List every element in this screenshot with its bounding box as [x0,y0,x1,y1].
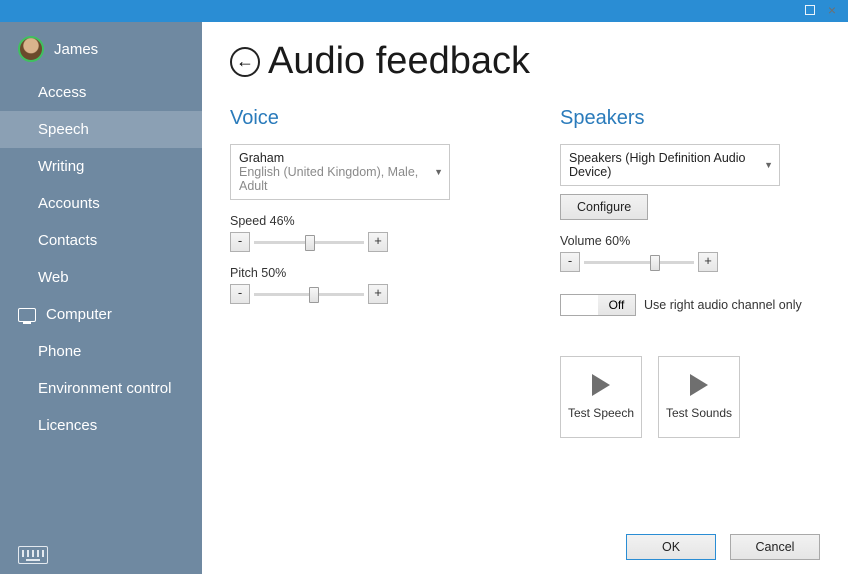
right-channel-label: Use right audio channel only [644,298,802,312]
sidebar-item-phone[interactable]: Phone [0,333,202,370]
slider-thumb[interactable] [305,235,315,251]
sidebar-item-environment[interactable]: Environment control [0,370,202,407]
sidebar-item-licences[interactable]: Licences [0,407,202,444]
slider-track [584,261,694,264]
speakers-heading: Speakers [560,107,820,130]
back-button[interactable]: ← [230,47,260,77]
test-sounds-label: Test Sounds [666,406,732,420]
monitor-icon [18,308,36,322]
voice-dropdown[interactable]: Graham English (United Kingdom), Male, A… [230,144,450,200]
sidebar-item-access[interactable]: Access [0,74,202,111]
keyboard-icon[interactable] [18,546,48,564]
volume-decrease-button[interactable]: - [560,252,580,272]
play-icon [690,374,708,396]
test-sounds-button[interactable]: Test Sounds [658,356,740,438]
slider-thumb[interactable] [650,255,660,271]
sidebar-item-accounts[interactable]: Accounts [0,185,202,222]
speed-label: Speed 46% [230,214,490,228]
chevron-down-icon: ▼ [434,167,443,177]
pitch-label: Pitch 50% [230,266,490,280]
profile-name: James [54,41,98,58]
configure-button[interactable]: Configure [560,194,648,220]
pitch-increase-button[interactable]: + [368,284,388,304]
chevron-down-icon: ▼ [764,160,773,170]
sidebar-item-label: Computer [46,306,112,323]
volume-label: Volume 60% [560,234,820,248]
avatar [18,36,44,62]
pitch-decrease-button[interactable]: - [230,284,250,304]
pitch-slider[interactable] [254,284,364,304]
page-title: Audio feedback [268,40,530,83]
cancel-button[interactable]: Cancel [730,534,820,560]
speed-increase-button[interactable]: + [368,232,388,252]
voice-section: Voice Graham English (United Kingdom), M… [230,107,490,438]
slider-thumb[interactable] [309,287,319,303]
play-icon [592,374,610,396]
right-channel-toggle[interactable]: Off [560,294,636,316]
main-panel: ← Audio feedback Voice Graham English (U… [202,22,848,574]
speakers-section: Speakers Speakers (High Definition Audio… [560,107,820,438]
voice-dropdown-detail: English (United Kingdom), Male, Adult [239,165,429,193]
speakers-dropdown-name: Speakers (High Definition Audio Device) [569,151,759,179]
volume-increase-button[interactable]: + [698,252,718,272]
sidebar: James Access Speech Writing Accounts Con… [0,22,202,574]
profile[interactable]: James [0,22,202,74]
arrow-left-icon: ← [236,51,254,72]
toggle-empty [561,295,598,315]
test-speech-button[interactable]: Test Speech [560,356,642,438]
volume-slider[interactable] [584,252,694,272]
sidebar-item-speech[interactable]: Speech [0,111,202,148]
speakers-dropdown[interactable]: Speakers (High Definition Audio Device) … [560,144,780,186]
close-icon[interactable]: × [828,3,836,17]
speed-slider[interactable] [254,232,364,252]
ok-button[interactable]: OK [626,534,716,560]
sidebar-item-web[interactable]: Web [0,259,202,296]
sidebar-item-writing[interactable]: Writing [0,148,202,185]
voice-heading: Voice [230,107,490,130]
speed-decrease-button[interactable]: - [230,232,250,252]
sidebar-item-contacts[interactable]: Contacts [0,222,202,259]
test-speech-label: Test Speech [568,406,634,420]
sidebar-item-computer[interactable]: Computer [0,296,202,333]
toggle-state: Off [598,295,635,315]
voice-dropdown-name: Graham [239,151,429,165]
maximize-icon[interactable] [805,5,815,15]
